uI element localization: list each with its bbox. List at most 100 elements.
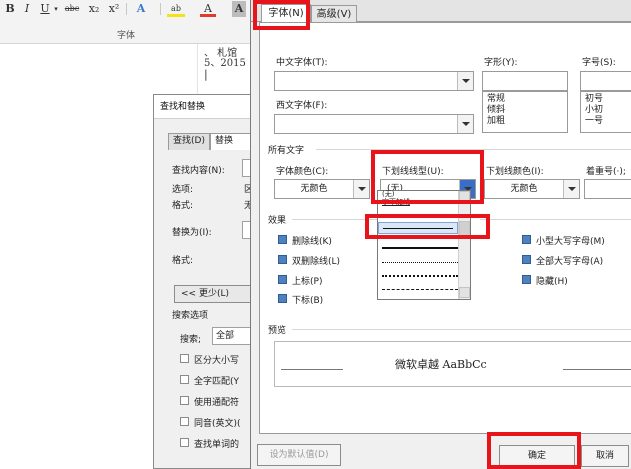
- all-caps-label: 全部大写字母(A): [536, 257, 604, 267]
- italic-button[interactable]: I: [20, 1, 34, 17]
- options-label: 选项:: [172, 185, 194, 195]
- ribbon-separator: [126, 3, 127, 15]
- underline-style-list[interactable]: (无) 字下加线: [377, 190, 471, 300]
- underline-list-scrollbar[interactable]: [458, 191, 470, 299]
- replace-format-label: 格式:: [172, 256, 194, 266]
- cancel-button[interactable]: 取消: [581, 445, 629, 467]
- underline-option-dotted[interactable]: [382, 262, 458, 263]
- font-group-label: 字体: [116, 31, 135, 41]
- whole-word-label: 全字匹配(Y: [194, 377, 240, 387]
- font-style-label: 字形(Y):: [484, 58, 518, 68]
- find-dialog-title: 查找和替换: [154, 95, 258, 119]
- ribbon-separator: [160, 3, 161, 15]
- highlight-button[interactable]: ab: [167, 1, 185, 17]
- emphasis-mark-label: 着重号(·);: [586, 167, 626, 177]
- search-direction-value: 全部: [216, 331, 235, 341]
- small-caps-checkbox[interactable]: [522, 235, 531, 244]
- subscript-button[interactable]: x₂: [86, 1, 102, 17]
- double-strikethrough-label: 双删除线(L): [292, 257, 341, 267]
- font-color-select[interactable]: 无颜色: [274, 179, 370, 199]
- underline-option-thick[interactable]: [382, 247, 458, 249]
- hidden-checkbox[interactable]: [522, 275, 531, 284]
- text-cursor: |: [204, 68, 208, 81]
- effects-group-label: 效果: [268, 216, 287, 226]
- preview-group-label: 预览: [268, 326, 287, 336]
- find-format-label: 格式:: [172, 201, 194, 211]
- document-line: 5、2015: [204, 58, 246, 69]
- preview-box: 微软卓越 AaBbCc: [274, 341, 631, 387]
- whole-word-checkbox[interactable]: [180, 375, 189, 384]
- scroll-down-icon[interactable]: [459, 287, 470, 298]
- chinese-font-select[interactable]: [274, 71, 474, 91]
- all-caps-checkbox[interactable]: [522, 255, 531, 264]
- subscript-checkbox[interactable]: [278, 294, 287, 303]
- chinese-font-label: 中文字体(T):: [276, 58, 328, 68]
- search-options-label: 搜索选项: [172, 311, 209, 321]
- subscript-label: 下标(B): [292, 296, 324, 306]
- wildcards-label: 使用通配符: [194, 398, 240, 408]
- underline-button[interactable]: U: [38, 1, 52, 17]
- word-forms-label: 查找单词的: [194, 440, 240, 450]
- tab-find[interactable]: 查找(D): [168, 133, 210, 150]
- font-style-input[interactable]: [482, 71, 568, 91]
- font-style-list[interactable]: 常规 倾斜 加粗: [482, 91, 568, 133]
- font-size-label: 字号(S):: [582, 58, 616, 68]
- word-forms-checkbox[interactable]: [180, 438, 189, 447]
- highlight-underline-type: [371, 150, 484, 204]
- wildcards-checkbox[interactable]: [180, 396, 189, 405]
- sounds-like-label: 同音(英文)(: [194, 419, 241, 429]
- less-options-button[interactable]: << 更少(L): [174, 285, 252, 303]
- list-item[interactable]: 小初: [585, 105, 628, 116]
- emphasis-mark-select[interactable]: [584, 179, 631, 199]
- replace-with-label: 替换为(I):: [172, 228, 212, 238]
- group-divider: [480, 219, 631, 220]
- highlight-font-tab: [253, 0, 310, 30]
- underline-color-value: 无颜色: [510, 184, 538, 194]
- strikethrough-checkbox[interactable]: [278, 235, 287, 244]
- font-color-value: 无颜色: [300, 184, 328, 194]
- font-color-button[interactable]: A: [200, 1, 216, 17]
- font-color-label: 字体颜色(C):: [276, 167, 329, 177]
- underline-dropdown-icon[interactable]: ▾: [53, 1, 59, 17]
- western-font-select[interactable]: [274, 114, 474, 134]
- match-case-checkbox[interactable]: [180, 354, 189, 363]
- chevron-down-icon[interactable]: [353, 180, 369, 198]
- hidden-label: 隐藏(H): [536, 277, 568, 287]
- list-item[interactable]: 加粗: [487, 116, 563, 127]
- chevron-down-icon[interactable]: [457, 115, 473, 133]
- bold-button[interactable]: B: [3, 1, 17, 17]
- preview-baseline-left: [281, 369, 343, 370]
- text-effects-button[interactable]: A: [133, 1, 149, 17]
- font-size-list[interactable]: 初号 小初 一号: [580, 91, 631, 133]
- char-shading-button[interactable]: A: [232, 1, 246, 17]
- underline-option-thick-dotted[interactable]: [382, 275, 458, 277]
- font-size-input[interactable]: [580, 71, 631, 91]
- list-item[interactable]: 初号: [585, 94, 628, 105]
- search-direction-label: 搜索;: [180, 335, 202, 345]
- preview-text: 微软卓越 AaBbCc: [395, 358, 487, 371]
- find-replace-dialog: 查找和替换 查找(D) 替换 查找内容(N): 选项: 区 格式: 无 替换为(…: [153, 94, 258, 469]
- superscript-button[interactable]: x²: [106, 1, 122, 17]
- list-item[interactable]: 倾斜: [487, 105, 563, 116]
- chevron-down-icon[interactable]: [457, 72, 473, 90]
- find-what-label: 查找内容(N):: [172, 166, 225, 176]
- all-text-group-label: 所有文字: [268, 146, 305, 156]
- match-case-label: 区分大小写: [194, 356, 240, 366]
- underline-color-select[interactable]: 无颜色: [484, 179, 580, 199]
- western-font-label: 西文字体(F):: [276, 101, 328, 111]
- list-item[interactable]: 常规: [487, 94, 563, 105]
- underline-color-label: 下划线颜色(I):: [486, 167, 544, 177]
- sounds-like-checkbox[interactable]: [180, 417, 189, 426]
- superscript-checkbox[interactable]: [278, 275, 287, 284]
- highlight-ok-button: [487, 432, 581, 469]
- small-caps-label: 小型大写字母(M): [536, 237, 605, 247]
- chevron-down-icon[interactable]: [563, 180, 579, 198]
- preview-baseline-right: [563, 369, 631, 370]
- set-default-button[interactable]: 设为默认值(D): [257, 444, 341, 466]
- list-item[interactable]: 一号: [585, 116, 628, 127]
- superscript-label: 上标(P): [292, 277, 323, 287]
- double-strikethrough-checkbox[interactable]: [278, 255, 287, 264]
- strikethrough-label: 删除线(K): [292, 237, 332, 247]
- strikethrough-button[interactable]: abc: [61, 1, 83, 17]
- underline-option-dashed[interactable]: [382, 289, 458, 290]
